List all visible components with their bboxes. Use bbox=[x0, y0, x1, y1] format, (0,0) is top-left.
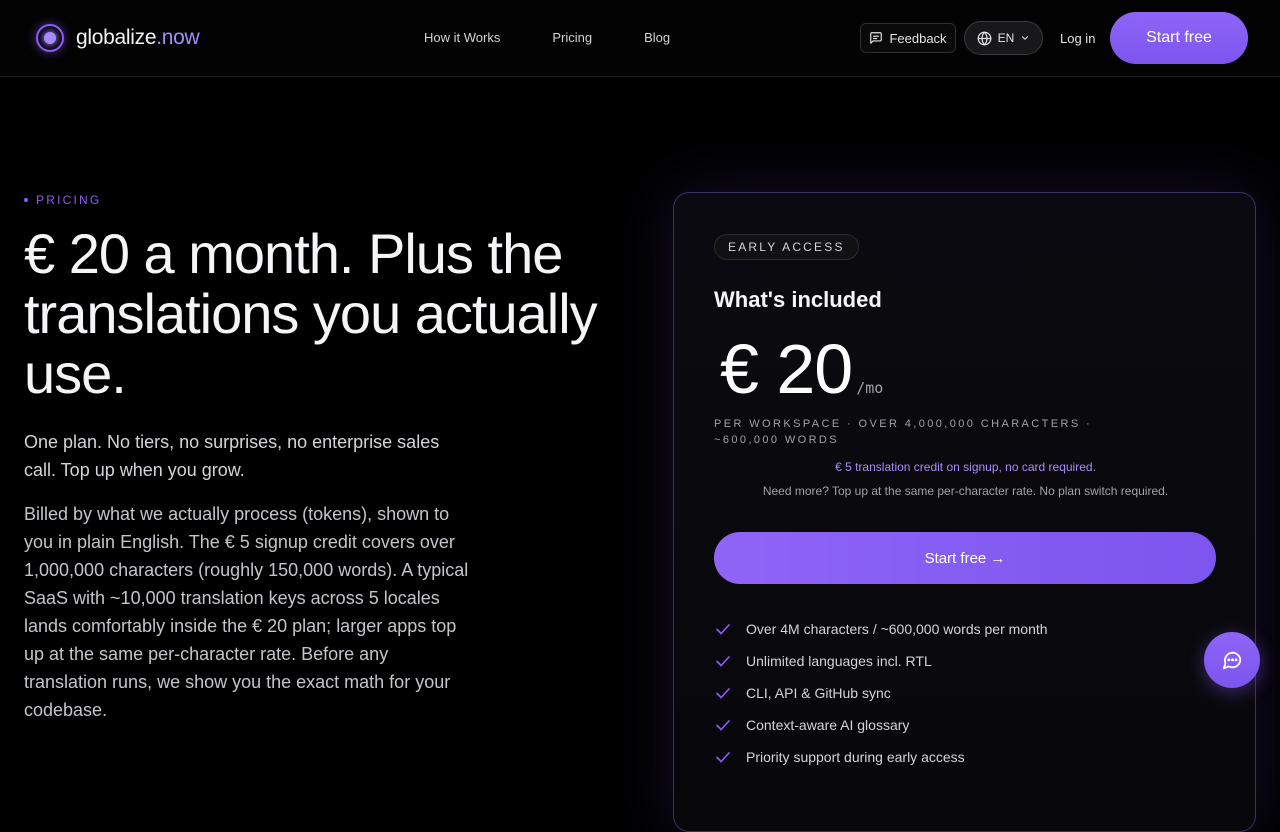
logo-mark-icon bbox=[36, 24, 64, 52]
globe-icon bbox=[977, 31, 992, 46]
chat-launcher-button[interactable] bbox=[1204, 632, 1260, 688]
check-icon bbox=[714, 716, 732, 734]
feature-item: CLI, API & GitHub sync bbox=[714, 677, 1048, 709]
topup-note: Need more? Top up at the same per-charac… bbox=[762, 484, 1169, 498]
hero-body: Billed by what we actually process (toke… bbox=[24, 504, 469, 720]
login-link[interactable]: Log in bbox=[1060, 31, 1095, 46]
language-selector[interactable]: EN bbox=[964, 21, 1043, 55]
main-nav: How it Works Pricing Blog bbox=[424, 30, 670, 45]
nav-pricing[interactable]: Pricing bbox=[552, 30, 592, 45]
feature-label: Context-aware AI glossary bbox=[746, 717, 910, 733]
site-header: globalize.now How it Works Pricing Blog … bbox=[0, 0, 1280, 77]
eyebrow-label: PRICING bbox=[36, 193, 102, 207]
hero-lead: One plan. No tiers, no surprises, no ent… bbox=[24, 432, 440, 480]
feature-item: Priority support during early access bbox=[714, 741, 1048, 773]
credit-note: € 5 translation credit on signup, no car… bbox=[835, 460, 1096, 474]
section-eyebrow: PRICING bbox=[24, 193, 101, 207]
header-start-free-button[interactable]: Start free bbox=[1110, 12, 1248, 64]
pricing-card: EARLY ACCESS What's included € 20 /mo PE… bbox=[673, 192, 1256, 832]
check-icon bbox=[714, 652, 732, 670]
feature-label: Priority support during early access bbox=[746, 749, 965, 765]
logo-accent: .now bbox=[156, 26, 200, 49]
check-icon bbox=[714, 620, 732, 638]
feature-label: CLI, API & GitHub sync bbox=[746, 685, 891, 701]
early-access-badge: EARLY ACCESS bbox=[714, 234, 859, 260]
message-square-icon bbox=[869, 31, 883, 45]
feedback-label: Feedback bbox=[889, 30, 947, 46]
nav-how-it-works[interactable]: How it Works bbox=[424, 30, 500, 45]
feature-label: Over 4M characters / ~600,000 words per … bbox=[746, 621, 1048, 637]
chat-bubble-icon bbox=[1221, 649, 1243, 671]
feature-item: Over 4M characters / ~600,000 words per … bbox=[714, 613, 1048, 645]
card-title: What's included bbox=[714, 287, 882, 312]
price-amount: € 20 bbox=[720, 330, 853, 408]
nav-blog[interactable]: Blog bbox=[644, 30, 670, 45]
check-icon bbox=[714, 748, 732, 766]
page-headline: € 20 a month. Plus the translations you … bbox=[24, 222, 598, 405]
eyebrow-dot bbox=[24, 198, 28, 202]
card-start-free-button[interactable]: Start free → bbox=[714, 532, 1216, 584]
feature-label: Unlimited languages incl. RTL bbox=[746, 653, 932, 669]
check-icon bbox=[714, 684, 732, 702]
logo-link[interactable]: globalize.now bbox=[36, 24, 200, 52]
logo-text: globalize.now bbox=[76, 26, 200, 50]
feature-item: Context-aware AI glossary bbox=[714, 709, 1048, 741]
logo-main: globalize bbox=[76, 26, 157, 49]
chevron-down-icon bbox=[1020, 33, 1030, 43]
language-label: EN bbox=[997, 31, 1015, 45]
feedback-button[interactable]: Feedback bbox=[860, 23, 956, 53]
feature-item: Unlimited languages incl. RTL bbox=[714, 645, 1048, 677]
price-unit: /mo bbox=[856, 379, 884, 397]
plan-meta: PER WORKSPACE · OVER 4,000,000 CHARACTER… bbox=[714, 418, 1093, 446]
feature-list: Over 4M characters / ~600,000 words per … bbox=[714, 613, 1048, 773]
price-row: € 20 /mo bbox=[720, 331, 883, 407]
